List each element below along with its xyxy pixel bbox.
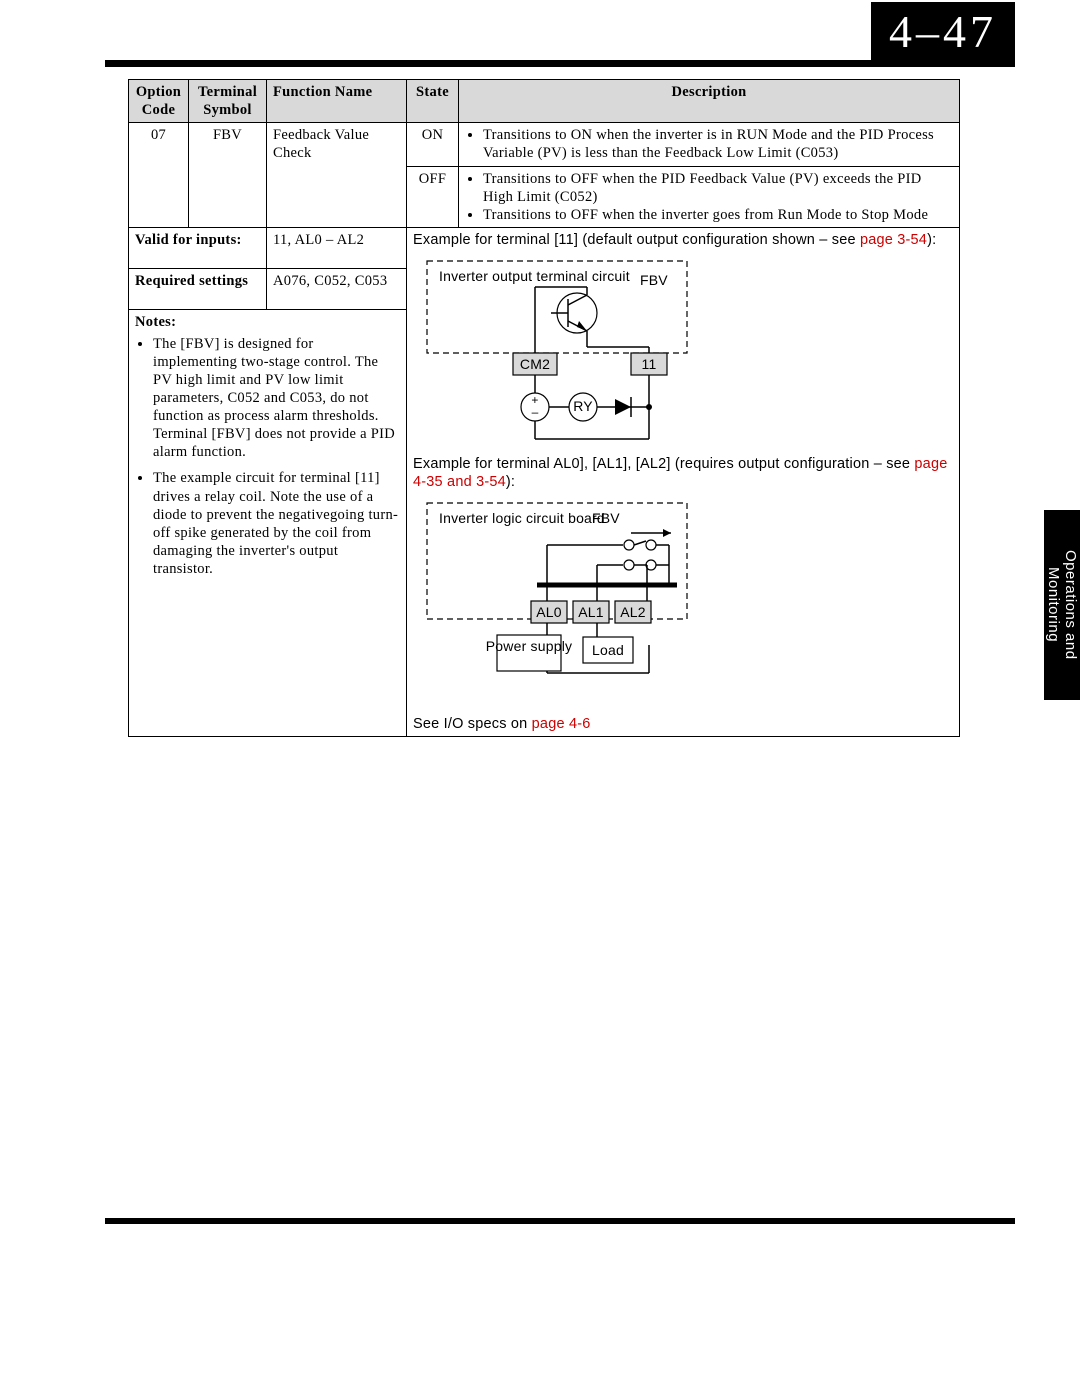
label-fbv2: FBV — [592, 510, 620, 526]
desc-bullet: Transitions to OFF when the PID Feedback… — [483, 170, 953, 206]
cell-desc-on: Transitions to ON when the inverter is i… — [459, 123, 960, 166]
label-al0: AL0 — [536, 604, 562, 620]
th-state: State — [407, 80, 459, 123]
label-11: 11 — [642, 356, 657, 372]
section-tab: Operations and Monitoring — [1044, 510, 1080, 700]
page-link[interactable]: page 3-54 — [860, 232, 927, 248]
cell-terminal: FBV — [189, 123, 267, 228]
content-area: Option Code Terminal Symbol Function Nam… — [128, 79, 960, 737]
th-terminal: Terminal Symbol — [189, 80, 267, 123]
top-rule — [105, 60, 1015, 67]
label-load: Load — [592, 642, 624, 658]
table-header-row: Option Code Terminal Symbol Function Nam… — [129, 80, 960, 123]
cell-option-code: 07 — [129, 123, 189, 228]
cell-state-off: OFF — [407, 166, 459, 227]
page-number-badge: 4–47 — [871, 2, 1015, 66]
diagram-terminal-11: Inverter output terminal circuit FBV — [417, 255, 747, 445]
table-row: Valid for inputs: 11, AL0 – AL2 Example … — [129, 227, 960, 268]
table-row: 07 FBV Feedback Value Check ON Transitio… — [129, 123, 960, 166]
manual-page: 4–47 Operations and Monitoring Option Co… — [0, 0, 1080, 1397]
label-board: Inverter logic circuit board — [439, 510, 605, 526]
label-cm2: CM2 — [520, 356, 550, 372]
diagram-al-terminals: Inverter logic circuit board FBV — [417, 497, 747, 707]
th-option-code: Option Code — [129, 80, 189, 123]
cell-desc-off: Transitions to OFF when the PID Feedback… — [459, 166, 960, 227]
svg-text:–: – — [532, 405, 539, 419]
th-description: Description — [459, 80, 960, 123]
bottom-rule — [105, 1218, 1015, 1224]
example2-caption: Example for terminal AL0], [AL1], [AL2] … — [413, 455, 953, 491]
cell-notes: Notes: The [FBV] is designed for impleme… — [129, 310, 407, 737]
example1-caption: Example for terminal [11] (default outpu… — [413, 231, 953, 249]
label-al1: AL1 — [578, 604, 604, 620]
page-link[interactable]: page 4-6 — [532, 716, 591, 732]
cell-valid-label: Valid for inputs: — [129, 227, 267, 268]
cell-function: Feedback Value Check — [267, 123, 407, 228]
desc-bullet: Transitions to ON when the inverter is i… — [483, 126, 953, 162]
cell-required-label: Required settings — [129, 269, 267, 310]
svg-text:Power supply: Power supply — [486, 638, 572, 654]
label-fbv: FBV — [640, 272, 668, 288]
cell-state-on: ON — [407, 123, 459, 166]
cell-examples: Example for terminal [11] (default outpu… — [407, 227, 960, 737]
cell-valid-value: 11, AL0 – AL2 — [267, 227, 407, 268]
desc-bullet: Transitions to OFF when the inverter goe… — [483, 206, 953, 224]
note-bullet: The [FBV] is designed for implementing t… — [153, 335, 400, 462]
section-tab-label: Operations and Monitoring — [1045, 550, 1079, 660]
label-al2: AL2 — [620, 604, 646, 620]
notes-label: Notes: — [135, 314, 176, 330]
label-ry: RY — [573, 398, 593, 414]
io-specs-note: See I/O specs on page 4-6 — [413, 715, 953, 733]
cell-required-value: A076, C052, C053 — [267, 269, 407, 310]
note-bullet: The example circuit for terminal [11] dr… — [153, 469, 400, 578]
spec-table: Option Code Terminal Symbol Function Nam… — [128, 79, 960, 737]
label-circuit: Inverter output terminal circuit — [439, 268, 630, 284]
th-function: Function Name — [267, 80, 407, 123]
